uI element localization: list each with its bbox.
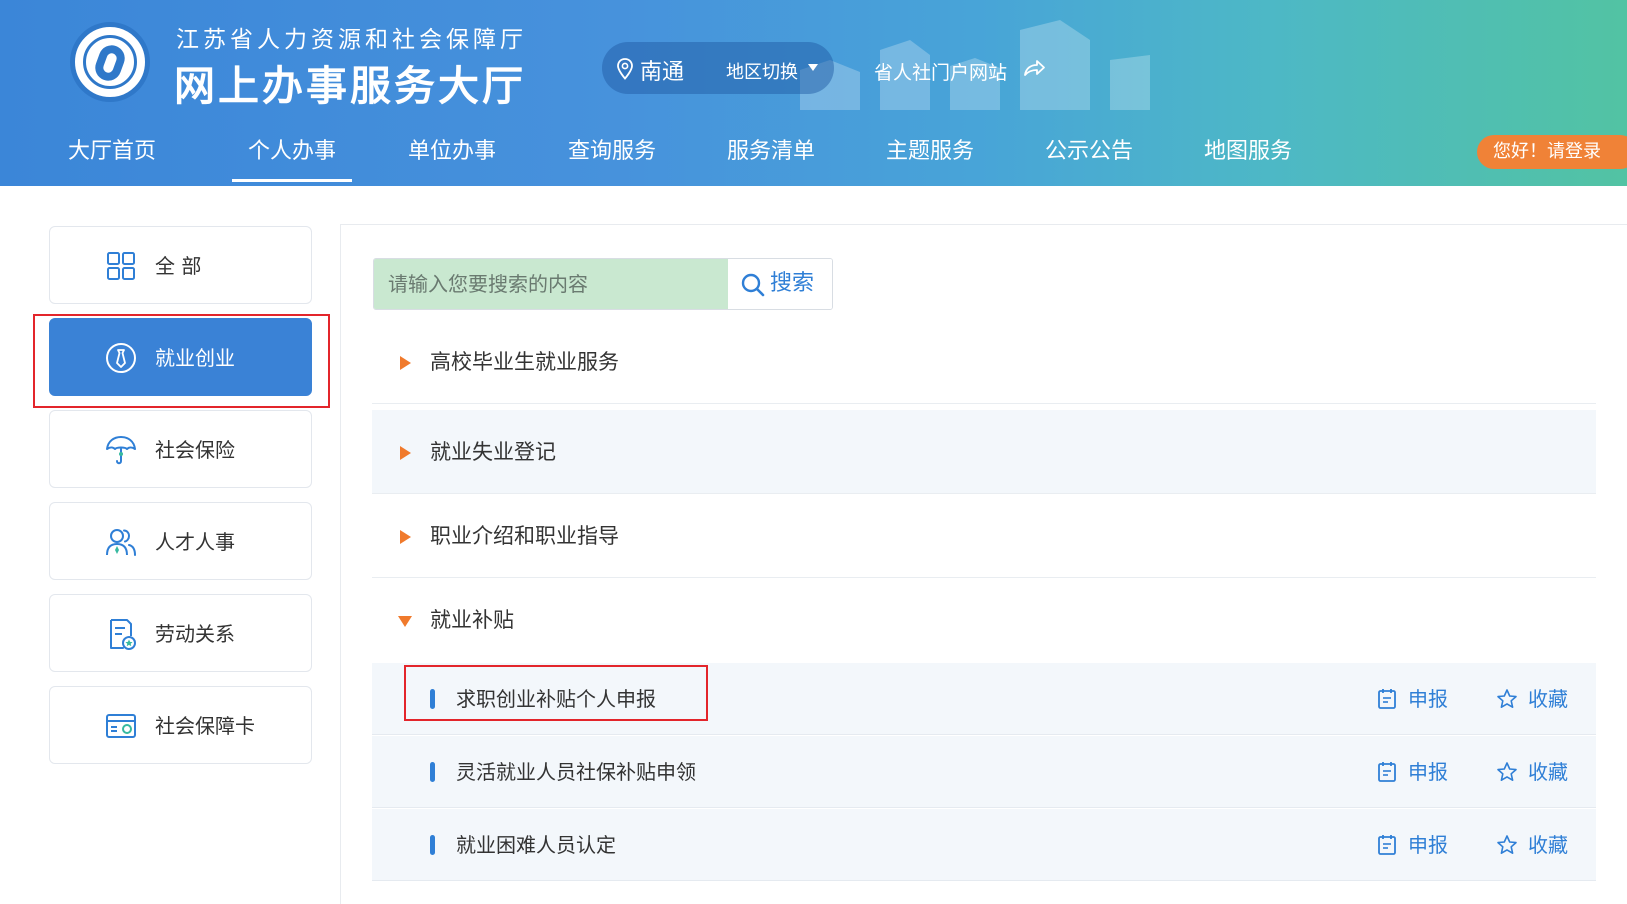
caret-right-icon bbox=[400, 356, 411, 370]
nav-item-query[interactable]: 查询服务 bbox=[566, 118, 658, 186]
caret-down-icon bbox=[398, 616, 412, 627]
sidebar-item-social-security-card[interactable]: 社会保障卡 bbox=[49, 686, 312, 764]
category-employment-registration[interactable]: 就业失业登记 bbox=[372, 410, 1596, 494]
category-label: 就业失业登记 bbox=[430, 440, 556, 464]
service-row: 求职创业补贴个人申报 申报 收藏 bbox=[372, 663, 1596, 735]
sidebar-item-label: 全 部 bbox=[155, 254, 202, 278]
nav-item-topic[interactable]: 主题服务 bbox=[884, 118, 976, 186]
top-header: 江苏省人力资源和社会保障厅 网上办事服务大厅 南通 地区切换 省人社门户网站 大… bbox=[0, 0, 1627, 186]
form-icon bbox=[1378, 689, 1396, 709]
region-name: 南通 bbox=[640, 60, 685, 85]
form-icon bbox=[1378, 835, 1396, 855]
category-label: 就业补贴 bbox=[430, 608, 514, 632]
search-button-label: 搜索 bbox=[770, 271, 815, 296]
nav-item-personal[interactable]: 个人办事 bbox=[232, 118, 352, 186]
sidebar-item-label: 社会保障卡 bbox=[155, 714, 255, 738]
star-icon bbox=[1497, 762, 1517, 781]
service-row: 就业困难人员认定 申报 收藏 bbox=[372, 809, 1596, 881]
card-icon bbox=[106, 714, 136, 738]
nav-item-service-list[interactable]: 服务清单 bbox=[725, 118, 817, 186]
sidebar-item-label: 社会保险 bbox=[155, 438, 235, 462]
nav-item-notice[interactable]: 公示公告 bbox=[1043, 118, 1135, 186]
main-nav: 大厅首页 个人办事 单位办事 查询服务 服务清单 主题服务 公示公告 地图服务 bbox=[0, 118, 1627, 186]
login-button[interactable]: 您好！请登录 bbox=[1477, 135, 1627, 169]
location-pin-icon bbox=[617, 58, 633, 80]
form-icon bbox=[1378, 762, 1396, 782]
apply-label: 申报 bbox=[1408, 760, 1448, 784]
favorite-label: 收藏 bbox=[1528, 760, 1568, 784]
apply-button[interactable]: 申报 bbox=[1376, 736, 1466, 808]
favorite-button[interactable]: 收藏 bbox=[1496, 736, 1586, 808]
category-label: 高校毕业生就业服务 bbox=[430, 350, 619, 374]
nav-item-unit[interactable]: 单位办事 bbox=[406, 118, 498, 186]
sidebar-item-employment[interactable]: 就业创业 bbox=[49, 318, 312, 396]
external-link-icon[interactable] bbox=[1022, 58, 1046, 78]
sidebar-item-talent[interactable]: 人才人事 bbox=[49, 502, 312, 580]
apply-label: 申报 bbox=[1408, 687, 1448, 711]
caret-right-icon bbox=[400, 446, 411, 460]
region-switch-button[interactable]: 地区切换 bbox=[726, 58, 798, 84]
service-row: 灵活就业人员社保补贴申领 申报 收藏 bbox=[372, 736, 1596, 808]
star-icon bbox=[1497, 689, 1517, 708]
tie-icon bbox=[106, 343, 136, 373]
category-employment-subsidy[interactable]: 就业补贴 bbox=[372, 578, 1596, 662]
caret-right-icon bbox=[400, 530, 411, 544]
list-bullet bbox=[430, 689, 435, 709]
star-icon bbox=[1497, 835, 1517, 854]
org-subtitle: 江苏省人力资源和社会保障厅 bbox=[176, 27, 527, 53]
search-icon bbox=[741, 273, 765, 297]
favorite-label: 收藏 bbox=[1528, 687, 1568, 711]
favorite-button[interactable]: 收藏 bbox=[1496, 663, 1586, 735]
sidebar-item-label: 就业创业 bbox=[155, 346, 235, 370]
sidebar-item-all[interactable]: 全 部 bbox=[49, 226, 312, 304]
ministry-logo[interactable] bbox=[70, 22, 150, 102]
document-icon bbox=[110, 619, 136, 650]
apply-button[interactable]: 申报 bbox=[1376, 663, 1466, 735]
favorite-button[interactable]: 收藏 bbox=[1496, 809, 1586, 881]
sidebar-item-labor-relations[interactable]: 劳动关系 bbox=[49, 594, 312, 672]
apply-button[interactable]: 申报 bbox=[1376, 809, 1466, 881]
category-graduate-employment[interactable]: 高校毕业生就业服务 bbox=[372, 320, 1596, 404]
region-selector bbox=[602, 42, 834, 94]
search-bar: 搜索 bbox=[373, 258, 833, 310]
nav-item-home[interactable]: 大厅首页 bbox=[66, 118, 158, 186]
people-icon bbox=[106, 529, 136, 556]
service-name[interactable]: 求职创业补贴个人申报 bbox=[456, 663, 656, 735]
chevron-down-icon[interactable] bbox=[808, 64, 818, 71]
search-button[interactable]: 搜索 bbox=[728, 259, 832, 309]
sidebar-item-label: 人才人事 bbox=[155, 530, 235, 554]
nav-item-map[interactable]: 地图服务 bbox=[1202, 118, 1294, 186]
sidebar-item-label: 劳动关系 bbox=[155, 622, 235, 646]
list-bullet bbox=[430, 762, 435, 782]
list-bullet bbox=[430, 835, 435, 855]
umbrella-icon bbox=[106, 436, 136, 465]
service-name[interactable]: 灵活就业人员社保补贴申领 bbox=[456, 736, 696, 808]
grid-icon bbox=[107, 252, 135, 280]
category-job-referral[interactable]: 职业介绍和职业指导 bbox=[372, 494, 1596, 578]
sidebar-item-social-insurance[interactable]: 社会保险 bbox=[49, 410, 312, 488]
category-label: 职业介绍和职业指导 bbox=[430, 524, 619, 548]
favorite-label: 收藏 bbox=[1528, 833, 1568, 857]
search-input[interactable] bbox=[374, 259, 728, 309]
service-name[interactable]: 就业困难人员认定 bbox=[456, 809, 616, 881]
portal-website-link[interactable]: 省人社门户网站 bbox=[874, 58, 1007, 85]
org-title: 网上办事服务大厅 bbox=[174, 62, 526, 110]
apply-label: 申报 bbox=[1408, 833, 1448, 857]
